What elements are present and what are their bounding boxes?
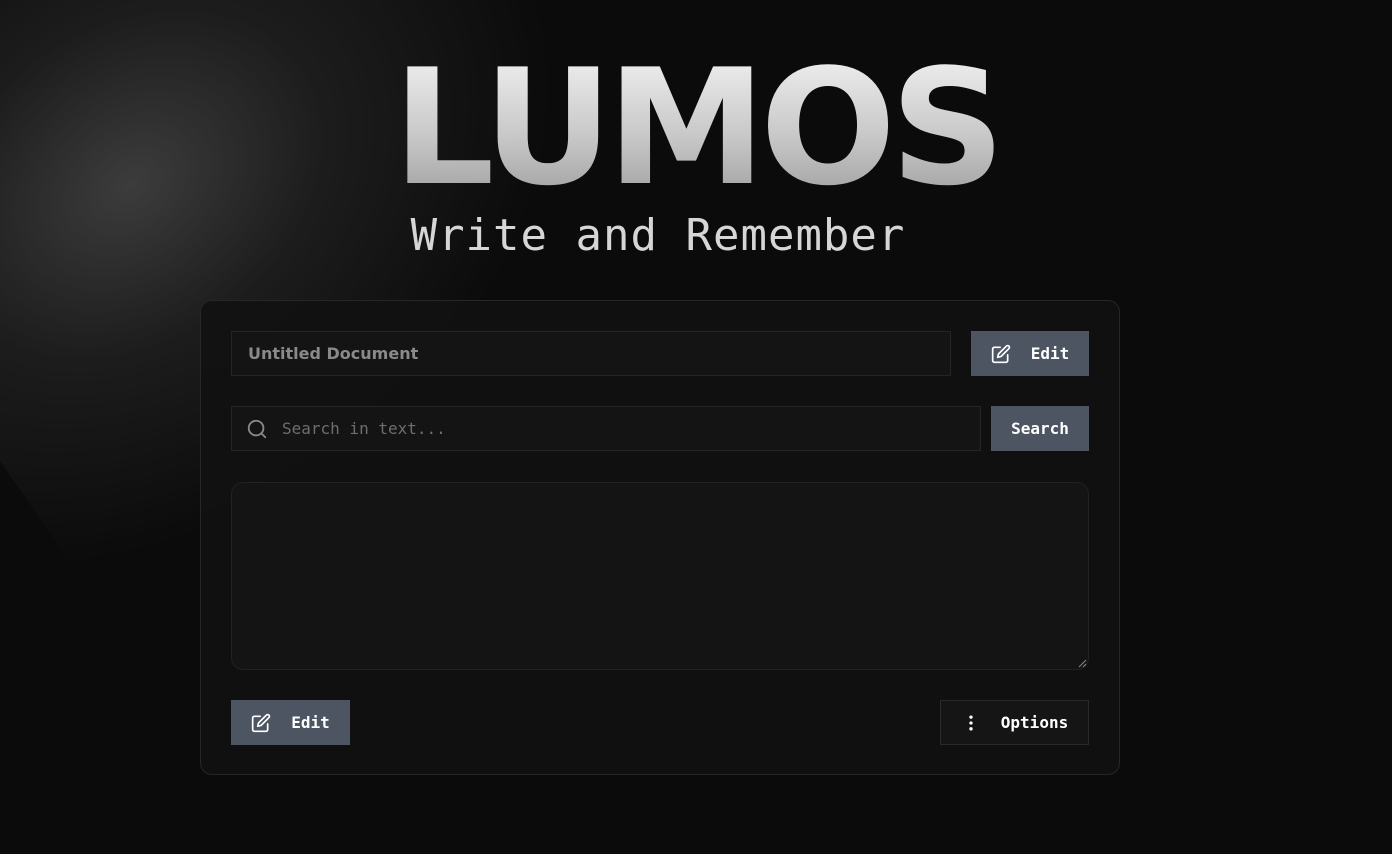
edit-button[interactable]: Edit <box>231 700 350 745</box>
options-button[interactable]: Options <box>940 700 1089 745</box>
resize-handle-icon[interactable] <box>1077 658 1087 668</box>
edit-title-button[interactable]: Edit <box>971 331 1089 376</box>
edit-button-label: Edit <box>291 713 330 732</box>
edit-title-label: Edit <box>1030 344 1070 363</box>
search-icon <box>246 418 268 440</box>
pencil-square-icon <box>251 713 271 733</box>
app-title: LUMOS <box>0 48 1392 208</box>
pencil-square-icon <box>991 344 1011 364</box>
vertical-dots-icon <box>961 713 981 733</box>
document-body-textarea[interactable] <box>231 482 1089 670</box>
document-title-field[interactable]: Untitled Document <box>231 331 951 376</box>
title-row: Untitled Document Edit <box>231 331 1089 376</box>
search-input[interactable] <box>282 419 980 438</box>
app-subtitle: Write and Remember <box>410 210 906 261</box>
editor-card: Untitled Document Edit Search Edit Optio… <box>200 300 1120 775</box>
options-button-label: Options <box>1000 713 1069 732</box>
search-button[interactable]: Search <box>991 406 1089 451</box>
search-row: Search <box>231 406 1089 451</box>
search-field <box>231 406 981 451</box>
